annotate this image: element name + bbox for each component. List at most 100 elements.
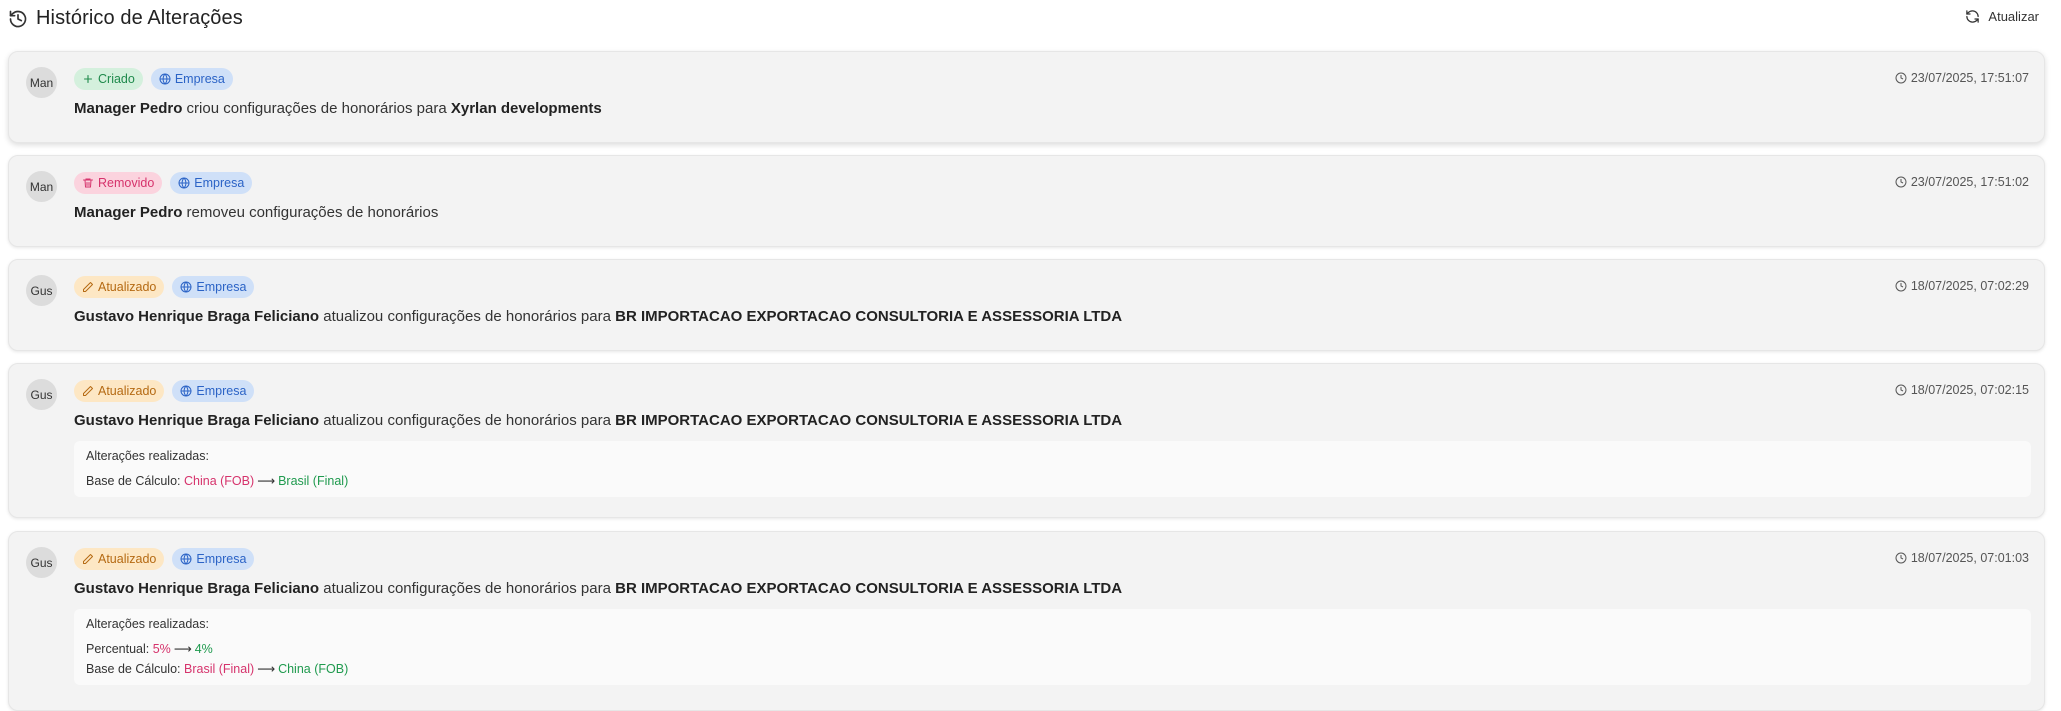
timestamp: 18/07/2025, 07:02:15 (1895, 383, 2029, 397)
entity-badge-label: Empresa (196, 384, 247, 398)
entry-message: Gustavo Henrique Braga Feliciano atualiz… (74, 412, 1122, 429)
changes-panel: Alterações realizadas: Percentual: 5% ⟶ 4%… (74, 609, 2031, 685)
change-row: Base de Cálculo: Brasil (Final) ⟶ China (F… (86, 661, 2019, 677)
entity-badge-label: Empresa (194, 176, 245, 190)
entity-badge: Empresa (172, 380, 255, 402)
clock-icon (1895, 280, 1907, 292)
entity-badge-label: Empresa (196, 552, 247, 566)
timestamp: 23/07/2025, 17:51:07 (1895, 71, 2029, 85)
target-name: BR IMPORTACAO EXPORTACAO CONSULTORIA E A… (615, 580, 1123, 597)
action-text: atualizou configurações de honorários pa… (323, 580, 611, 597)
entry-message: Manager Pedro removeu configurações de h… (74, 204, 438, 221)
plus-icon (83, 74, 93, 84)
timestamp: 18/07/2025, 07:02:29 (1895, 279, 2029, 293)
arrow-right-icon: ⟶ (173, 642, 192, 656)
entity-badge: Empresa (172, 548, 255, 570)
action-text: atualizou configurações de honorários pa… (323, 308, 611, 325)
changes-title: Alterações realizadas: (86, 617, 209, 631)
globe-icon (159, 73, 171, 85)
action-text: removeu configurações de honorários (186, 204, 439, 221)
timestamp: 23/07/2025, 17:51:02 (1895, 175, 2029, 189)
title-group: Histórico de Alterações (8, 7, 243, 30)
page-header: Histórico de Alterações Atualizar (0, 0, 2061, 40)
trash-icon (83, 178, 93, 188)
entity-badge: Empresa (150, 68, 233, 90)
history-icon (9, 10, 27, 27)
avatar: Man (26, 67, 57, 98)
clock-icon (1895, 552, 1907, 564)
user-name: Gustavo Henrique Braga Feliciano (74, 580, 320, 597)
timestamp: 18/07/2025, 07:01:03 (1895, 551, 2029, 565)
globe-icon (178, 177, 190, 189)
action-badge-label: Atualizado (98, 384, 157, 398)
new-value: Brasil (Final) (278, 474, 349, 488)
pencil-icon (83, 386, 93, 396)
target-name: BR IMPORTACAO EXPORTACAO CONSULTORIA E A… (615, 412, 1123, 429)
entity-badge: Empresa (172, 276, 255, 298)
changes-title: Alterações realizadas: (86, 449, 209, 463)
clock-icon (1895, 384, 1907, 396)
history-entry: Gus Atualizado Empresa 18/07/2025, 07:01… (8, 531, 2045, 711)
entry-message: Gustavo Henrique Braga Feliciano atualiz… (74, 308, 1122, 325)
created-badge: Criado (74, 68, 143, 90)
entry-message: Manager Pedro criou configurações de hon… (74, 100, 602, 117)
old-value: 5% (152, 642, 171, 656)
user-name: Manager Pedro (74, 100, 183, 117)
arrow-right-icon: ⟶ (257, 662, 276, 676)
refresh-icon (1966, 10, 1980, 23)
avatar: Gus (26, 275, 57, 306)
change-field: Base de Cálculo: (86, 662, 181, 676)
change-field: Base de Cálculo: (86, 474, 181, 488)
refresh-button[interactable]: Atualizar (1965, 9, 2039, 24)
target-name: BR IMPORTACAO EXPORTACAO CONSULTORIA E A… (615, 308, 1123, 325)
entry-message: Gustavo Henrique Braga Feliciano atualiz… (74, 580, 1122, 597)
timestamp-text: 18/07/2025, 07:02:29 (1910, 279, 2029, 293)
change-row: Percentual: 5% ⟶ 4% (86, 641, 2019, 657)
action-badge-label: Removido (98, 176, 155, 190)
entity-badge: Empresa (170, 172, 253, 194)
updated-badge: Atualizado (74, 276, 165, 298)
user-name: Manager Pedro (74, 204, 183, 221)
history-entry: Man Criado Empresa 23/07/2025, 17:51:07 … (8, 51, 2045, 143)
clock-icon (1895, 176, 1907, 188)
pencil-icon (83, 554, 93, 564)
action-text: criou configurações de honorários para (186, 100, 447, 117)
timestamp-text: 23/07/2025, 17:51:07 (1910, 71, 2029, 85)
user-name: Gustavo Henrique Braga Feliciano (74, 412, 320, 429)
timestamp-text: 18/07/2025, 07:02:15 (1910, 383, 2029, 397)
refresh-label: Atualizar (1988, 9, 2039, 24)
timestamp-text: 18/07/2025, 07:01:03 (1910, 551, 2029, 565)
old-value: China (FOB) (184, 474, 255, 488)
new-value: 4% (194, 642, 213, 656)
new-value: China (FOB) (278, 662, 349, 676)
page-title: Histórico de Alterações (36, 7, 243, 29)
avatar: Gus (26, 379, 57, 410)
action-badge-label: Atualizado (98, 552, 157, 566)
removed-badge: Removido (74, 172, 163, 194)
action-badge-label: Criado (98, 72, 135, 86)
entity-badge-label: Empresa (196, 280, 247, 294)
arrow-right-icon: ⟶ (257, 474, 276, 488)
pencil-icon (83, 282, 93, 292)
action-badge-label: Atualizado (98, 280, 157, 294)
history-entry: Gus Atualizado Empresa 18/07/2025, 07:02… (8, 363, 2045, 518)
user-name: Gustavo Henrique Braga Feliciano (74, 308, 320, 325)
target-name: Xyrlan developments (450, 100, 602, 117)
entity-badge-label: Empresa (174, 72, 225, 86)
avatar: Gus (26, 547, 57, 578)
globe-icon (180, 281, 192, 293)
globe-icon (180, 553, 192, 565)
change-row: Base de Cálculo: China (FOB) ⟶ Brasil (Fin… (86, 473, 2019, 489)
history-entry: Man Removido Empresa 23/07/2025, 17:51:0… (8, 155, 2045, 247)
history-entry: Gus Atualizado Empresa 18/07/2025, 07:02… (8, 259, 2045, 351)
change-field: Percentual: (86, 642, 150, 656)
old-value: Brasil (Final) (184, 662, 255, 676)
changes-panel: Alterações realizadas: Base de Cálculo: … (74, 441, 2031, 497)
clock-icon (1895, 72, 1907, 84)
globe-icon (180, 385, 192, 397)
updated-badge: Atualizado (74, 380, 165, 402)
avatar: Man (26, 171, 57, 202)
timestamp-text: 23/07/2025, 17:51:02 (1910, 175, 2029, 189)
action-text: atualizou configurações de honorários pa… (323, 412, 611, 429)
updated-badge: Atualizado (74, 548, 165, 570)
